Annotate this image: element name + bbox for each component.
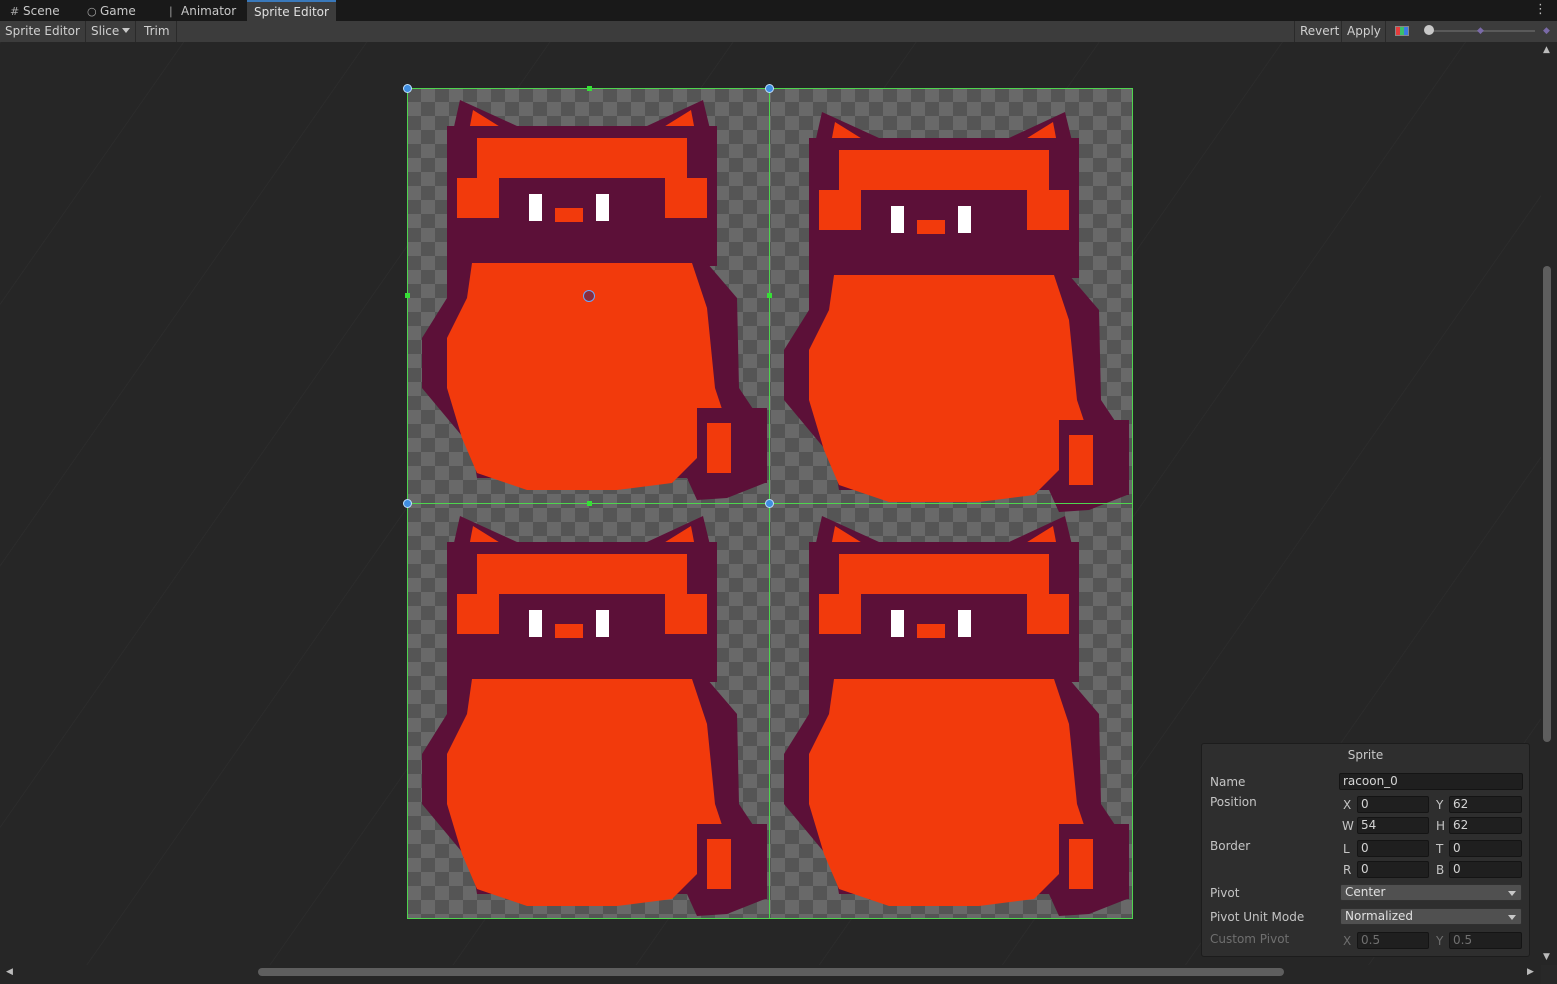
border-bottom-field[interactable]: 0: [1449, 861, 1522, 878]
b-label: B: [1436, 863, 1445, 877]
horizontal-scrollbar-thumb[interactable]: [258, 968, 1284, 976]
scroll-up-icon[interactable]: ▲: [1543, 45, 1550, 55]
width-field[interactable]: 54: [1357, 817, 1429, 834]
pivot-label: Pivot: [1210, 886, 1240, 900]
tab-animator-label: Animator: [181, 4, 237, 18]
custom-pivot-x-label: X: [1343, 934, 1352, 948]
w-label: W: [1342, 819, 1354, 833]
tab-scene[interactable]: # Scene: [0, 0, 77, 21]
custom-pivot-x-field: 0.5: [1357, 932, 1429, 949]
vertical-scrollbar-thumb[interactable]: [1543, 266, 1551, 742]
tab-bar: # Scene ○ Game ∣ Animator Sprite Editor ⋮: [0, 0, 1557, 22]
custom-pivot-label: Custom Pivot: [1210, 932, 1290, 946]
pivot-unit-mode-label: Pivot Unit Mode: [1210, 910, 1305, 924]
apply-button[interactable]: Apply: [1342, 21, 1386, 42]
border-right-field[interactable]: 0: [1357, 861, 1429, 878]
pivot-unit-mode-dropdown[interactable]: Normalized: [1340, 908, 1522, 925]
panel-title: Sprite: [1347, 748, 1384, 762]
position-x-field[interactable]: 0: [1357, 796, 1429, 813]
edge-handle[interactable]: [405, 293, 410, 298]
name-label: Name: [1210, 775, 1246, 789]
height-field[interactable]: 62: [1449, 817, 1522, 834]
gamepad-icon: ○: [87, 5, 97, 18]
tab-animator[interactable]: ∣ Animator: [158, 0, 247, 21]
slice-rect-bottom-edge[interactable]: [407, 918, 1133, 919]
y-label: Y: [1436, 798, 1444, 812]
revert-button[interactable]: Revert: [1294, 21, 1342, 42]
edge-handle[interactable]: [587, 501, 592, 506]
l-label: L: [1343, 842, 1350, 856]
tab-sprite-editor[interactable]: Sprite Editor: [247, 0, 336, 21]
slice-dropdown[interactable]: Slice: [86, 21, 136, 42]
trim-button[interactable]: Trim: [136, 21, 177, 42]
revert-button-label: Revert: [1300, 24, 1340, 38]
animator-icon: ∣: [168, 5, 174, 18]
r-label: R: [1343, 863, 1352, 877]
custom-pivot-y-label: Y: [1436, 934, 1444, 948]
slice-rect-right-edge[interactable]: [1132, 88, 1133, 919]
t-label: T: [1436, 842, 1444, 856]
x-label: X: [1343, 798, 1352, 812]
border-top-field[interactable]: 0: [1449, 840, 1522, 857]
slice-dropdown-label: Slice: [91, 24, 120, 38]
more-options-icon[interactable]: ⋮: [1534, 2, 1547, 17]
pivot-dropdown-value: Center: [1345, 885, 1386, 899]
custom-pivot-y-field: 0.5: [1449, 932, 1522, 949]
resize-handle[interactable]: [765, 84, 774, 93]
border-label: Border: [1210, 839, 1251, 853]
chevron-down-icon: [1508, 891, 1516, 896]
mode-dropdown[interactable]: Sprite Editor: [0, 21, 86, 54]
pivot-unit-mode-value: Normalized: [1345, 909, 1414, 923]
name-field[interactable]: racoon_0: [1339, 773, 1523, 790]
chevron-down-icon: [1508, 915, 1516, 920]
mip-level-icon: ◆: [1477, 26, 1484, 36]
pivot-handle[interactable]: [583, 290, 595, 302]
tab-game[interactable]: ○ Game: [77, 0, 158, 21]
scroll-down-icon[interactable]: ▼: [1543, 952, 1550, 962]
grid-icon: #: [10, 5, 20, 18]
border-left-field[interactable]: 0: [1357, 840, 1429, 857]
sprite-inspector-panel: Sprite Name racoon_0 Position X 0 Y 62 W…: [1201, 743, 1530, 957]
resize-handle[interactable]: [403, 499, 412, 508]
scroll-left-icon[interactable]: ◀: [6, 967, 13, 977]
h-label: H: [1436, 819, 1446, 833]
chevron-down-icon: [122, 28, 131, 33]
position-y-field[interactable]: 62: [1449, 796, 1522, 813]
trim-button-label: Trim: [144, 24, 170, 38]
edge-handle[interactable]: [767, 293, 772, 298]
scroll-right-icon[interactable]: ▶: [1527, 967, 1534, 977]
tab-sprite-editor-label: Sprite Editor: [254, 5, 329, 19]
tab-scene-label: Scene: [23, 4, 60, 18]
pivot-dropdown[interactable]: Center: [1340, 884, 1522, 901]
tab-game-label: Game: [100, 4, 136, 18]
apply-button-label: Apply: [1347, 24, 1381, 38]
position-label: Position: [1210, 795, 1257, 809]
color-channel-toggle-icon[interactable]: [1395, 26, 1409, 36]
resize-handle[interactable]: [403, 84, 412, 93]
resize-handle[interactable]: [765, 499, 774, 508]
zoom-slider-handle[interactable]: [1424, 25, 1434, 35]
edge-handle[interactable]: [587, 86, 592, 91]
toolbar: Sprite Editor Slice Trim Revert Apply: [0, 21, 1557, 54]
mip-level-max-icon: ◆: [1543, 26, 1550, 36]
mode-dropdown-label: Sprite Editor: [5, 24, 80, 38]
